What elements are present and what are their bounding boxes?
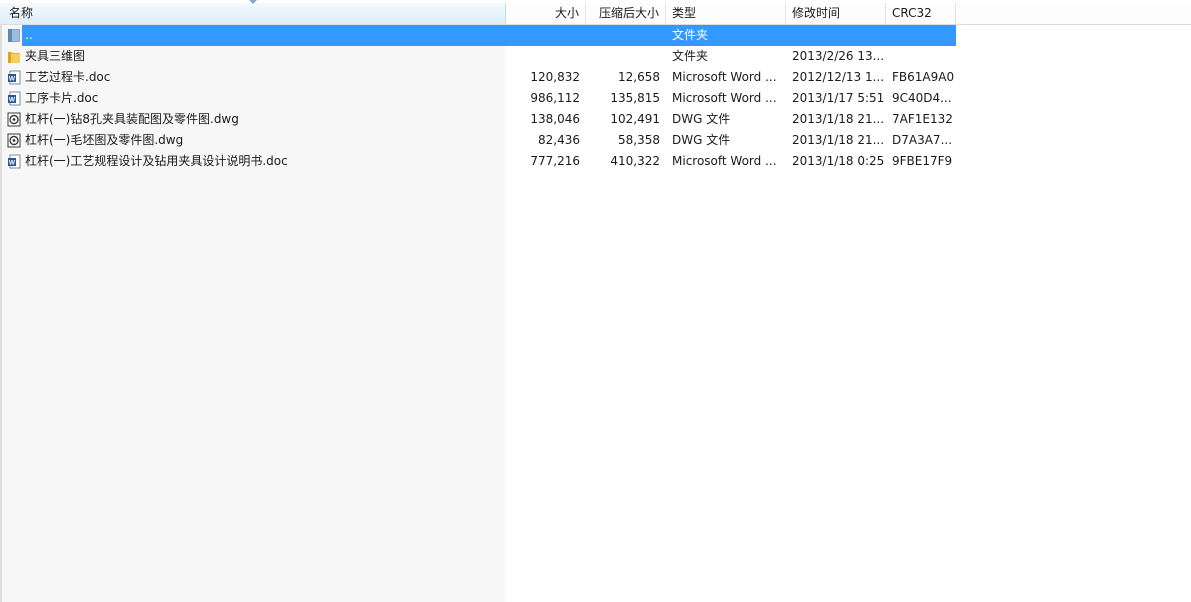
file-modified: 2013/2/26 13... — [792, 49, 884, 63]
file-type: Microsoft Word ... — [672, 154, 777, 168]
file-size: 82,436 — [538, 133, 580, 147]
file-row[interactable]: W 杠杆(一)工艺规程设计及钻用夹具设计说明书.doc 777,216 410,… — [0, 151, 956, 172]
file-name: 夹具三维图 — [25, 49, 86, 63]
column-header-packed-size[interactable]: 压缩后大小 — [586, 3, 666, 24]
svg-text:W: W — [9, 160, 16, 167]
sort-indicator-icon — [249, 0, 257, 4]
file-modified: 2013/1/18 21... — [792, 133, 884, 147]
file-size: 120,832 — [530, 70, 580, 84]
file-type: Microsoft Word ... — [672, 91, 777, 105]
word-doc-icon: W — [8, 154, 21, 169]
column-header-modified-label: 修改时间 — [792, 6, 841, 20]
file-size: 138,046 — [530, 112, 580, 126]
file-name: 工序卡片.doc — [25, 91, 99, 105]
file-packed-size: 12,658 — [618, 70, 660, 84]
file-name: 杠杆(一)毛坯图及零件图.dwg — [25, 133, 184, 147]
column-header-crc32[interactable]: CRC32 — [886, 3, 956, 24]
column-header-size-label: 大小 — [554, 6, 579, 20]
word-doc-icon: W — [8, 70, 21, 85]
file-crc32 — [892, 46, 954, 67]
file-crc32: D7A3A7... — [892, 133, 953, 147]
file-packed-size — [586, 46, 660, 67]
file-size: 777,216 — [530, 154, 580, 168]
file-row[interactable]: 杠杆(一)毛坯图及零件图.dwg 82,436 58,358 DWG 文件 20… — [0, 130, 956, 151]
file-row-parent[interactable]: .. 文件夹 — [0, 25, 956, 46]
file-row[interactable]: 杠杆(一)钻8孔夹具装配图及零件图.dwg 138,046 102,491 DW… — [0, 109, 956, 130]
file-name: 杠杆(一)工艺规程设计及钻用夹具设计说明书.doc — [25, 154, 288, 168]
file-size: 986,112 — [530, 91, 580, 105]
file-modified — [792, 25, 884, 46]
file-packed-size — [586, 25, 660, 46]
file-modified: 2013/1/18 0:25 — [792, 154, 884, 168]
svg-text:W: W — [9, 76, 16, 83]
column-header-size[interactable]: 大小 — [506, 3, 586, 24]
file-row[interactable]: 夹具三维图 文件夹 2013/2/26 13... — [0, 46, 956, 67]
file-name: 杠杆(一)钻8孔夹具装配图及零件图.dwg — [25, 112, 239, 126]
column-header-modified[interactable]: 修改时间 — [786, 3, 886, 24]
column-header-type[interactable]: 类型 — [666, 3, 786, 24]
file-crc32: FB61A9A0 — [892, 70, 954, 84]
column-header-crc32-label: CRC32 — [892, 6, 932, 20]
file-row[interactable]: W 工艺过程卡.doc 120,832 12,658 Microsoft Wor… — [0, 67, 956, 88]
column-header-packed-size-label: 压缩后大小 — [598, 6, 659, 20]
column-header: 名称 大小 压缩后大小 类型 修改时间 CRC32 — [0, 0, 1191, 25]
column-header-type-label: 类型 — [672, 6, 697, 20]
file-crc32: 9C40D4... — [892, 91, 952, 105]
word-doc-icon: W — [8, 91, 21, 106]
file-packed-size: 58,358 — [618, 133, 660, 147]
file-row[interactable]: W 工序卡片.doc 986,112 135,815 Microsoft Wor… — [0, 88, 956, 109]
file-type: DWG 文件 — [672, 112, 731, 126]
file-type: Microsoft Word ... — [672, 70, 777, 84]
file-packed-size: 410,322 — [610, 154, 660, 168]
file-packed-size: 135,815 — [610, 91, 660, 105]
dwg-file-icon — [7, 112, 21, 127]
file-size — [506, 25, 580, 46]
file-type: 文件夹 — [672, 49, 709, 63]
file-name: .. — [25, 28, 33, 42]
file-size — [506, 46, 580, 67]
file-crc32 — [892, 25, 954, 46]
file-packed-size: 102,491 — [610, 112, 660, 126]
column-header-name[interactable]: 名称 — [0, 0, 506, 24]
column-header-name-label: 名称 — [9, 6, 34, 20]
file-type: 文件夹 — [672, 28, 709, 42]
file-modified: 2012/12/13 1... — [792, 70, 884, 84]
parent-folder-icon — [8, 29, 20, 42]
folder-icon — [8, 52, 20, 63]
file-name: 工艺过程卡.doc — [25, 70, 111, 84]
svg-text:W: W — [9, 97, 16, 104]
dwg-file-icon — [7, 133, 21, 148]
file-crc32: 9FBE17F9 — [892, 154, 953, 168]
file-type: DWG 文件 — [672, 133, 731, 147]
file-modified: 2013/1/18 21... — [792, 112, 884, 126]
file-modified: 2013/1/17 5:51 — [792, 91, 884, 105]
file-crc32: 7AF1E132 — [892, 112, 953, 126]
